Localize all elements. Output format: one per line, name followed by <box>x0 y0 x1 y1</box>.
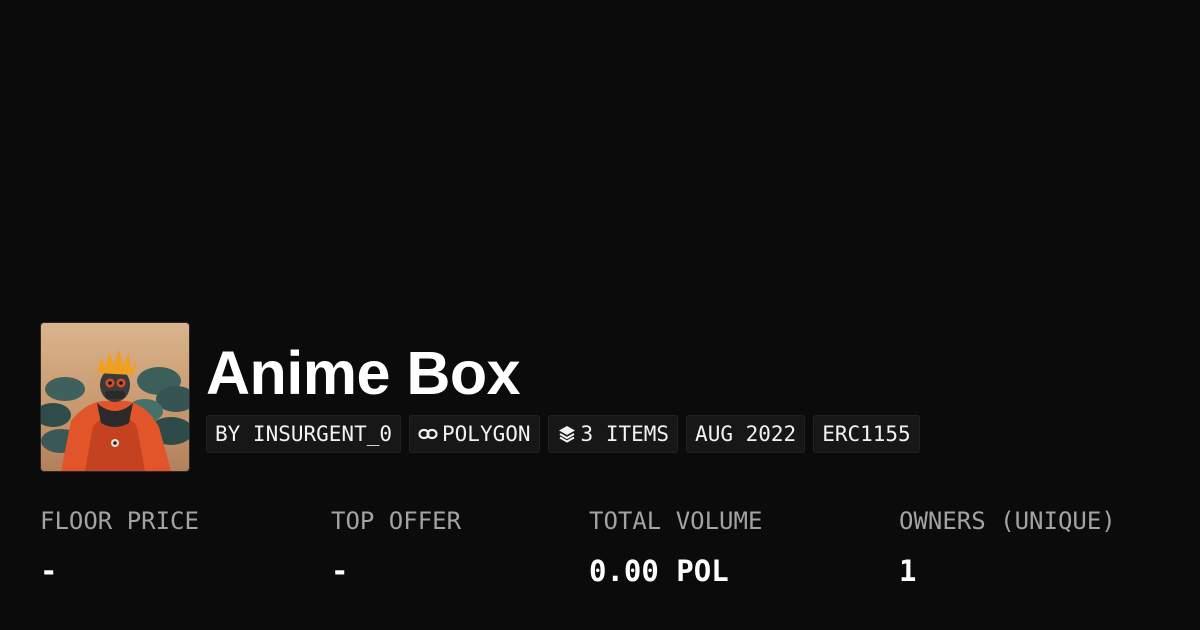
anime-character-avatar-icon <box>41 323 189 471</box>
items-tag-label: 3 ITEMS <box>580 422 670 446</box>
stat-total-volume: TOTAL VOLUME 0.00 POL <box>589 503 762 593</box>
stat-floor-price: FLOOR PRICE - <box>40 503 199 593</box>
standard-tag-label: ERC1155 <box>822 422 911 446</box>
stat-top-offer: TOP OFFER - <box>331 503 461 593</box>
chain-tag-label: POLYGON <box>442 422 531 446</box>
stat-label: TOP OFFER <box>331 507 462 535</box>
stat-value: 1 <box>899 554 917 588</box>
collection-tags: BY INSURGENT_0 POLYGON 3 ITEMS AUG 2022 … <box>206 415 920 453</box>
stat-value: 0.00 POL <box>589 554 729 588</box>
stat-label: TOTAL VOLUME <box>589 507 763 535</box>
collection-thumbnail[interactable] <box>40 322 190 472</box>
creator-tag-label: BY INSURGENT_0 <box>215 422 393 446</box>
stat-owners: OWNERS (UNIQUE) 1 <box>899 503 1116 593</box>
stat-value: - <box>40 554 58 588</box>
stat-value: - <box>331 554 349 588</box>
date-tag: AUG 2022 <box>686 415 806 453</box>
stat-label: OWNERS (UNIQUE) <box>899 507 1116 535</box>
items-tag[interactable]: 3 ITEMS <box>547 415 679 453</box>
collection-stats: FLOOR PRICE - TOP OFFER - TOTAL VOLUME 0… <box>40 503 1180 603</box>
creator-tag[interactable]: BY INSURGENT_0 <box>206 415 402 453</box>
layers-icon <box>557 424 577 444</box>
stat-label: FLOOR PRICE <box>40 507 199 535</box>
chain-tag[interactable]: POLYGON <box>409 415 540 453</box>
date-tag-label: AUG 2022 <box>695 422 797 446</box>
collection-title: Anime Box <box>206 339 521 407</box>
collection-card: Anime Box BY INSURGENT_0 POLYGON 3 ITEMS… <box>0 0 1200 630</box>
polygon-link-icon <box>418 424 438 444</box>
standard-tag: ERC1155 <box>813 415 920 453</box>
